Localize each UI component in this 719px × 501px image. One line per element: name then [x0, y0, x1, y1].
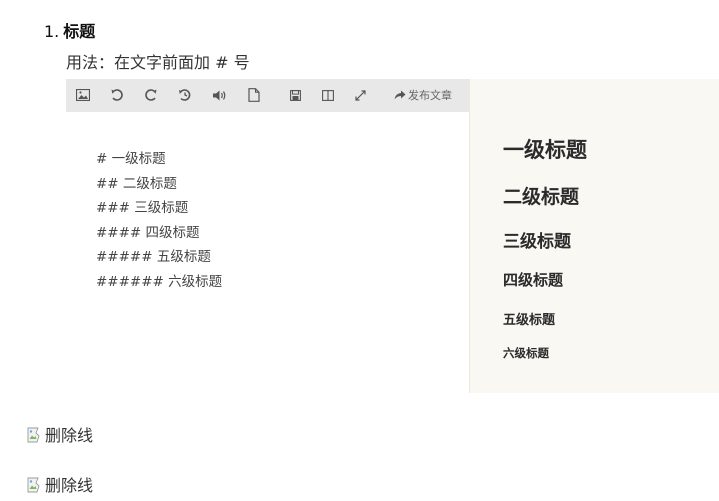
markdown-editor-screenshot: 发布文章 # 一级标题 ## 二级标题 ### 三级标题 #### 四级标题 #…	[66, 79, 719, 393]
md-line: #### 四级标题	[96, 224, 200, 241]
preview-h6: 六级标题	[503, 346, 549, 360]
md-line: ##### 五级标题	[96, 249, 211, 265]
history-icon[interactable]	[178, 87, 192, 103]
preview-h1: 一级标题	[503, 138, 587, 162]
broken-image: 删除线	[27, 476, 93, 496]
preview-pane: 一级标题 二级标题 三级标题 四级标题 五级标题 六级标题	[469, 79, 719, 393]
preview-h3: 三级标题	[503, 232, 571, 252]
md-line: # 一级标题	[96, 151, 166, 167]
editor-pane: 发布文章 # 一级标题 ## 二级标题 ### 三级标题 #### 四级标题 #…	[66, 79, 469, 393]
md-line: ### 三级标题	[96, 200, 189, 216]
audio-icon[interactable]	[212, 87, 227, 103]
image-alt-text: 删除线	[45, 476, 94, 495]
list-number: 1.	[44, 22, 60, 41]
save-icon[interactable]	[290, 87, 301, 103]
publish-label: 发布文章	[408, 89, 452, 102]
image-icon[interactable]	[76, 87, 90, 103]
broken-image-icon	[27, 477, 40, 493]
broken-image-icon	[27, 427, 40, 443]
fullscreen-icon[interactable]	[355, 87, 366, 103]
preview-h2: 二级标题	[503, 186, 580, 208]
page: 1. 标题 用法：在文字前面加 # 号 发布文章 # 一级标题 ## 二级标题 …	[0, 0, 719, 501]
publish-button[interactable]: 发布文章	[394, 87, 452, 103]
markdown-source[interactable]: # 一级标题 ## 二级标题 ### 三级标题 #### 四级标题 ##### …	[96, 147, 222, 294]
file-icon[interactable]	[248, 87, 260, 103]
split-view-icon[interactable]	[322, 87, 334, 103]
redo-icon[interactable]	[144, 87, 158, 103]
md-line: ###### 六级标题	[96, 273, 223, 290]
editor-toolbar: 发布文章	[66, 79, 469, 112]
section-title: 标题	[63, 22, 96, 41]
preview-h4: 四级标题	[503, 271, 564, 289]
undo-icon[interactable]	[110, 87, 124, 103]
preview-h5: 五级标题	[503, 313, 556, 328]
list-item-heading: 1. 标题	[44, 20, 95, 44]
usage-text: 用法：在文字前面加 # 号	[66, 53, 250, 72]
md-line: ## 二级标题	[96, 175, 177, 192]
share-arrow-icon	[394, 90, 406, 100]
broken-image: 删除线	[27, 426, 93, 446]
image-alt-text: 删除线	[45, 426, 94, 445]
